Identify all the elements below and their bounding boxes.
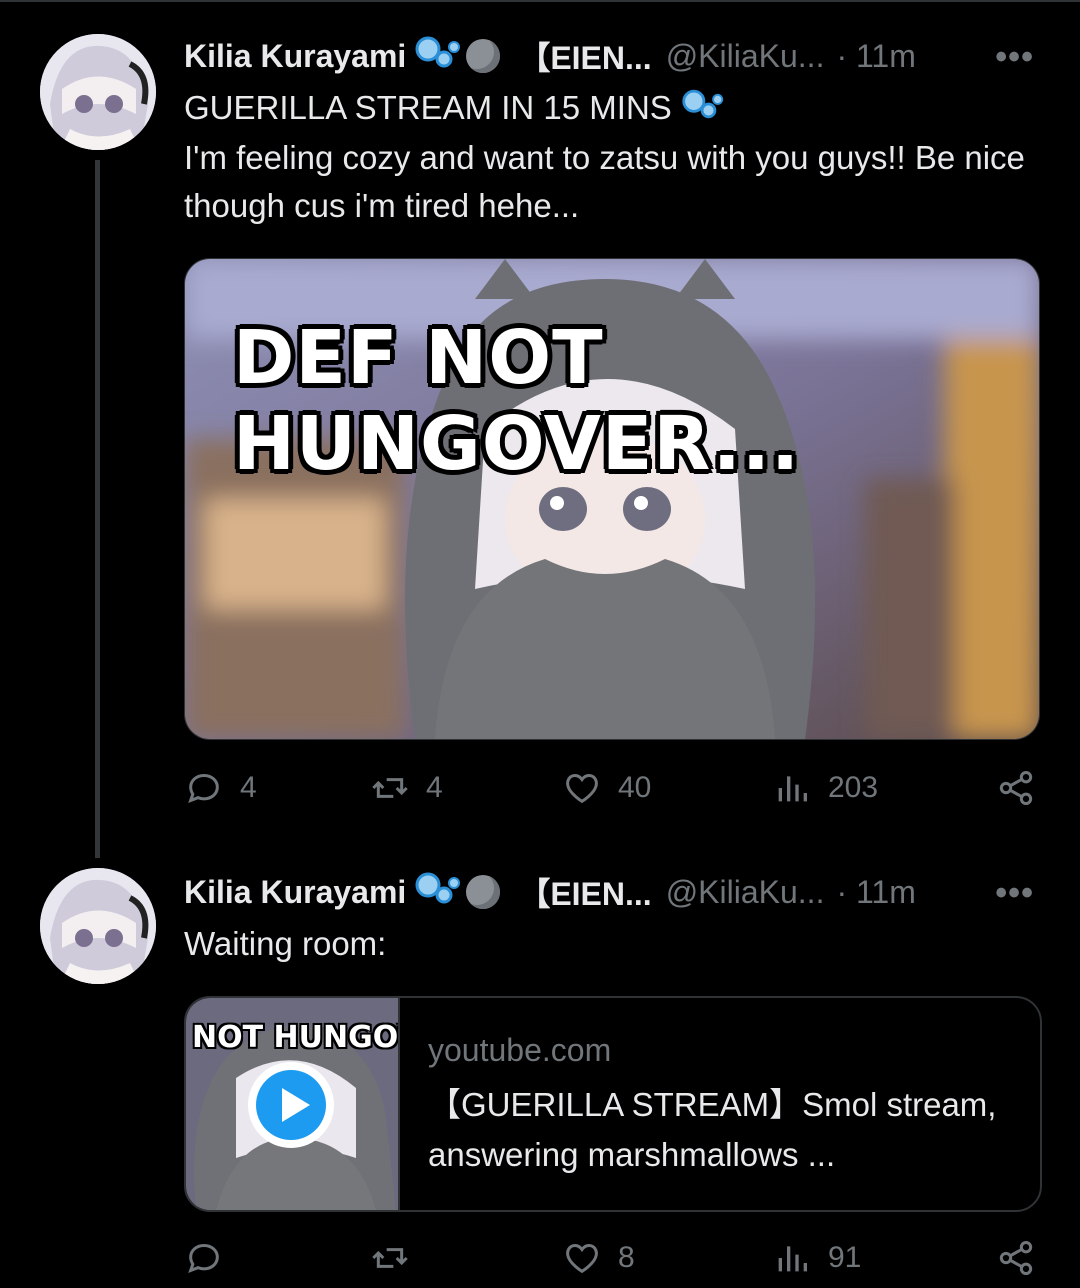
like-count: 8 [618,1241,635,1274]
heart-icon [566,773,598,804]
tweet-text: GUERILLA STREAM IN 15 MINS I'm feeling c… [184,84,1034,230]
moon-icon [466,875,501,909]
timestamp[interactable]: · 11m [836,874,915,911]
heart-icon [566,1243,598,1274]
avatar[interactable] [40,868,156,984]
card-title: 【GUERILLA STREAM】Smol stream, answering … [428,1086,997,1173]
repost-count: 4 [426,771,443,804]
card-domain: youtube.com [428,1032,612,1068]
repost-icon [372,778,408,798]
views-count: 203 [828,771,879,804]
tweet-header: Kilia Kurayami 【EIEN... @KiliaKu... · 11… [184,32,916,80]
reply-icon [188,1243,219,1274]
share-button[interactable] [996,768,1036,808]
views-button[interactable]: 91 [772,1238,861,1278]
image-overlay-text: DEF NOT HUNGOVER... [233,315,801,487]
handle[interactable]: @KiliaKu... [666,38,825,75]
bubbles-icon [414,35,462,77]
top-divider [0,0,1080,2]
card-thumbnail: NOT HUNGOVI [186,998,400,1210]
reply-button[interactable] [184,1238,240,1278]
display-name[interactable]: Kilia Kurayami [184,38,406,75]
share-icon [999,771,1033,805]
tweet-header: Kilia Kurayami 【EIEN... @KiliaKu... · 11… [184,868,916,916]
repost-button[interactable] [370,1238,426,1278]
tweet-image[interactable]: DEF NOT HUNGOVER... [184,258,1040,740]
reply-button[interactable]: 4 [184,768,257,808]
repost-button[interactable]: 4 [370,768,443,808]
reply-count: 4 [240,771,257,804]
views-icon [778,1246,807,1272]
share-button[interactable] [996,1238,1036,1278]
like-button[interactable]: 40 [562,768,651,808]
like-count: 40 [618,771,652,804]
tweet-text-line: GUERILLA STREAM IN 15 MINS [184,89,672,126]
tweet-body: I'm feeling cozy and want to zatsu with … [184,139,1025,225]
action-bar: 8 91 [184,1238,1038,1288]
moon-icon [466,39,501,73]
views-button[interactable]: 203 [772,768,878,808]
reply-icon [188,773,219,804]
share-icon [999,1241,1033,1275]
link-card[interactable]: NOT HUNGOVI youtube.com 【GUERILLA STREAM… [184,996,1042,1212]
bubbles-icon [414,871,462,913]
more-options-icon[interactable]: ••• [995,874,1034,913]
avatar[interactable] [40,34,156,150]
affiliation: 【EIEN... [518,40,652,76]
handle[interactable]: @KiliaKu... [666,874,825,911]
display-name[interactable]: Kilia Kurayami [184,874,406,911]
views-icon [778,776,807,802]
affiliation: 【EIEN... [518,876,652,912]
tweet-text: Waiting room: [184,925,387,962]
bubbles-icon [681,86,725,134]
play-icon[interactable] [248,1062,334,1148]
timestamp[interactable]: · 11m [836,38,915,75]
thumbnail-text: NOT HUNGOVI [192,1020,398,1055]
views-count: 91 [828,1241,862,1274]
more-options-icon[interactable]: ••• [995,38,1034,77]
action-bar: 4 4 40 203 [184,768,1038,818]
thread-line [95,160,100,858]
like-button[interactable]: 8 [562,1238,635,1278]
repost-icon [372,1248,408,1268]
